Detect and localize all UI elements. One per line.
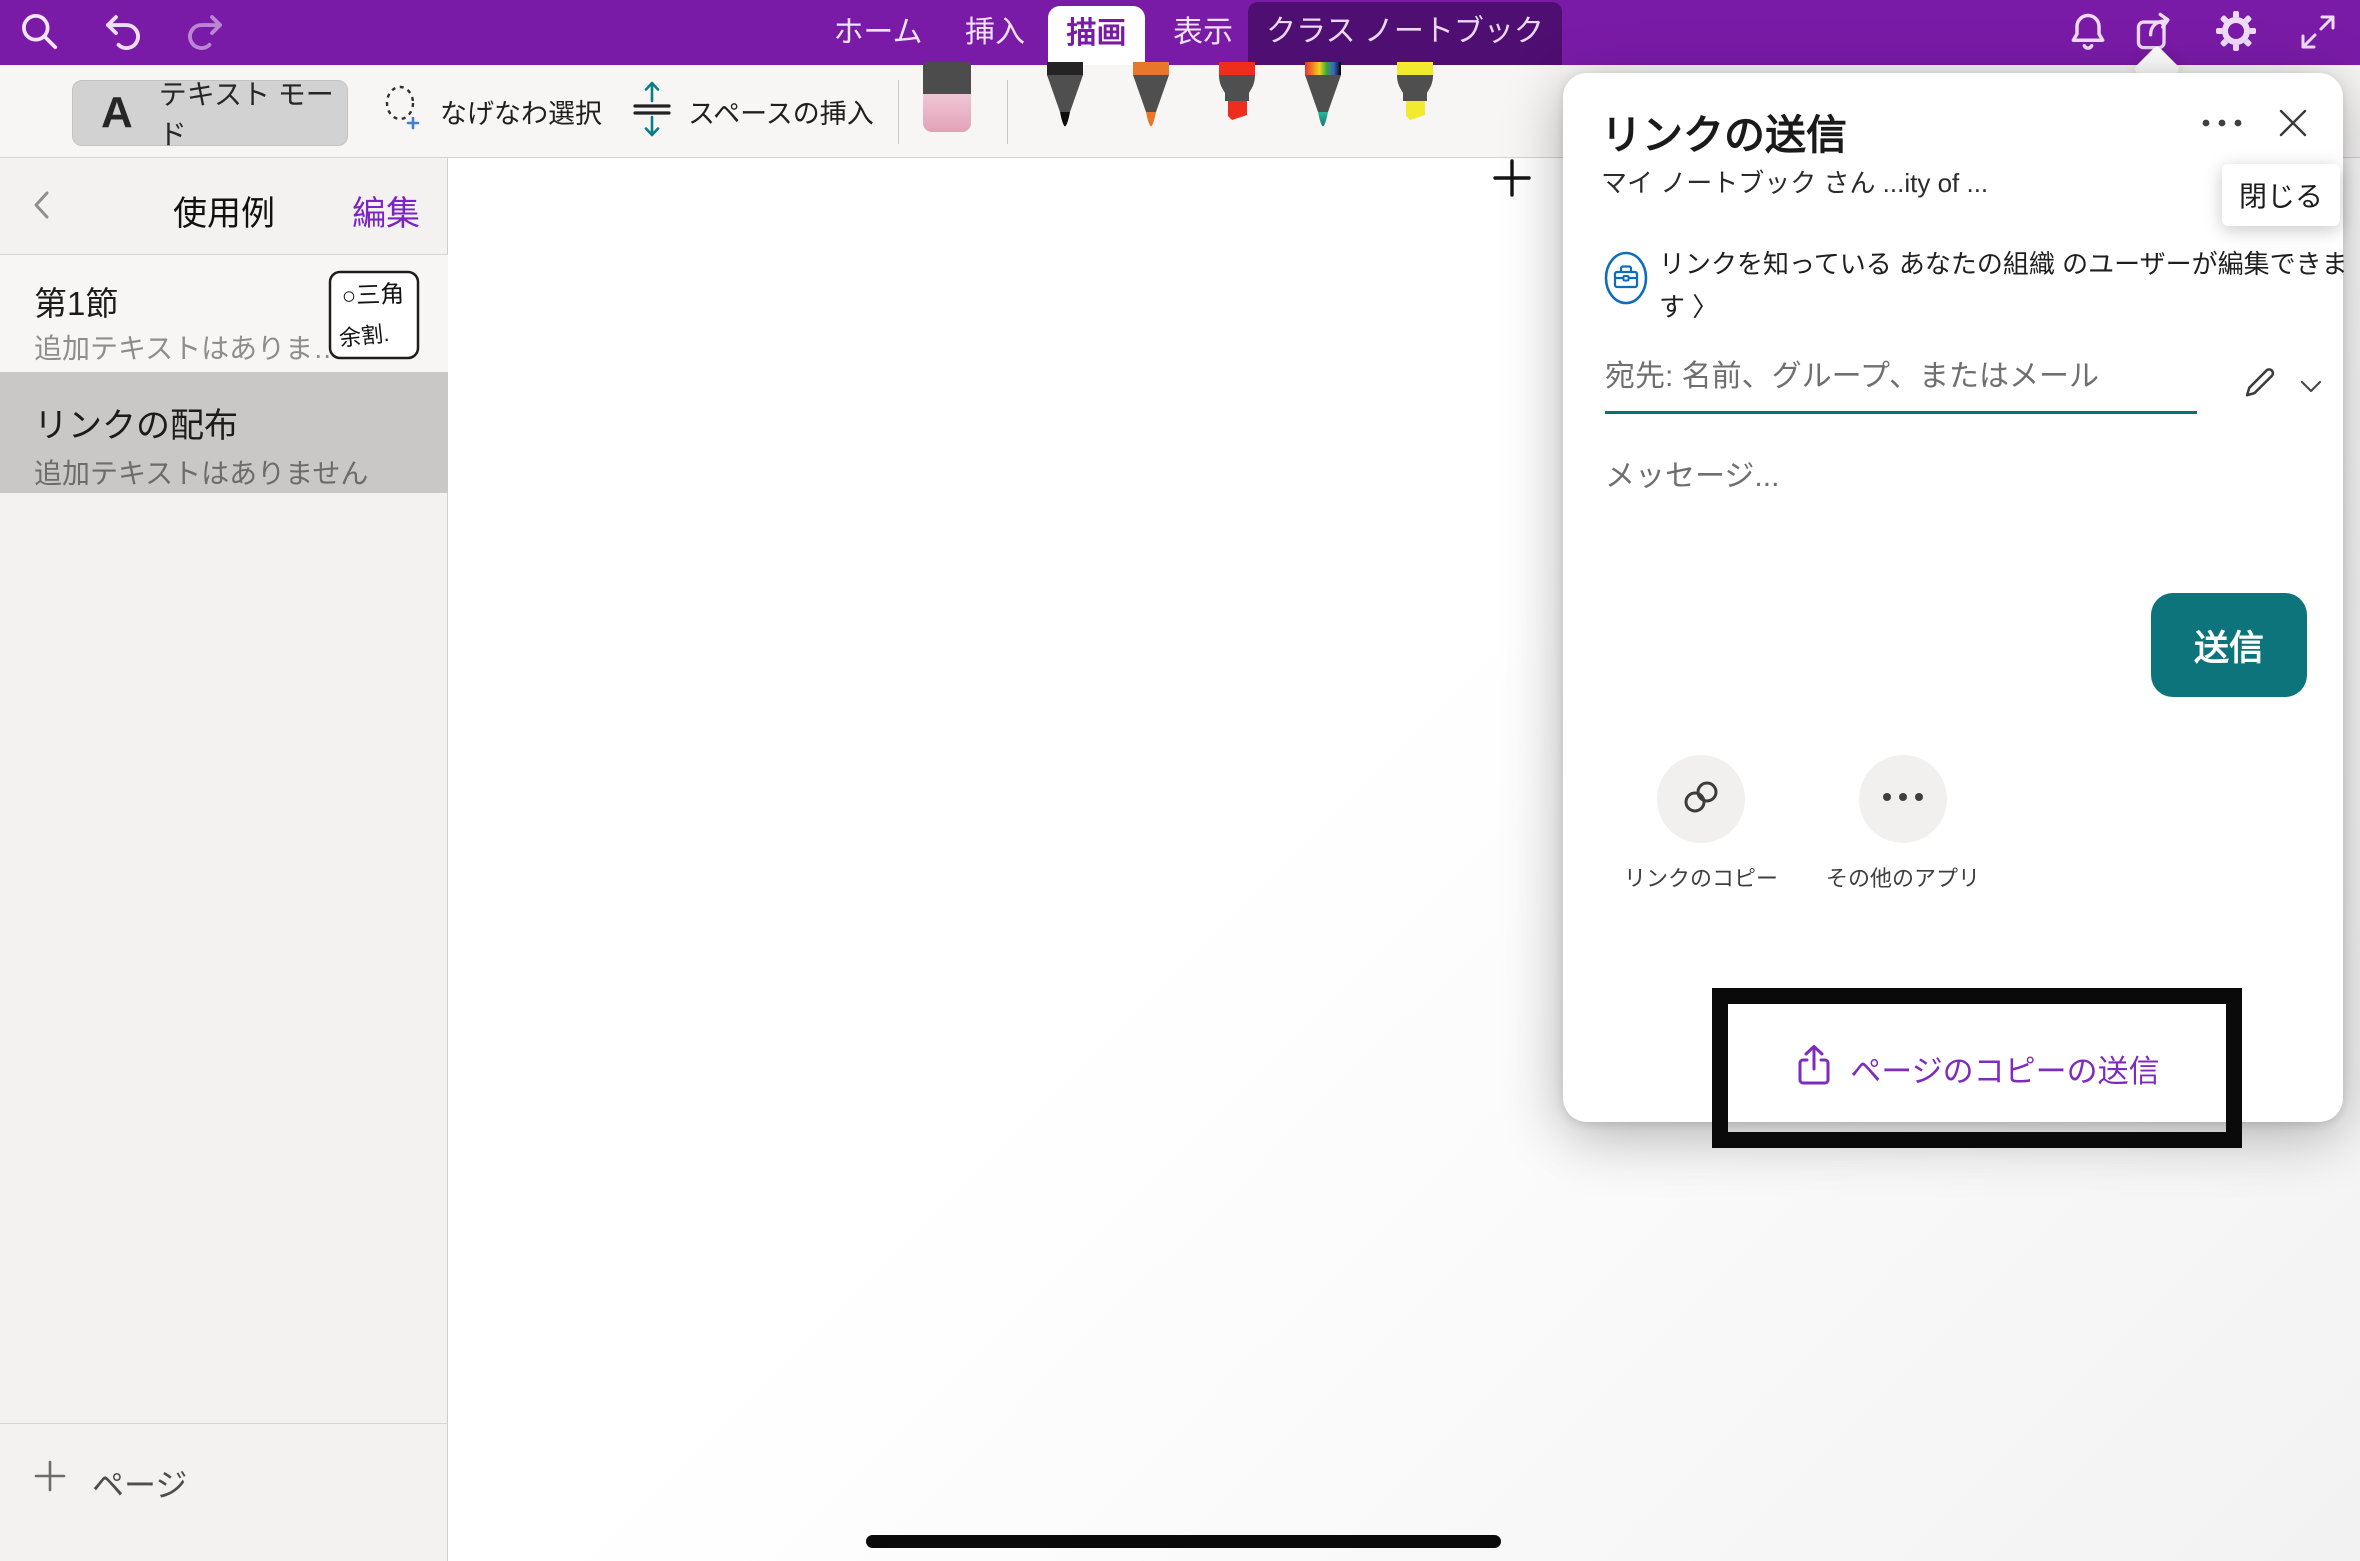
- search-icon[interactable]: [18, 10, 62, 54]
- more-apps-button[interactable]: [1859, 755, 1947, 843]
- toolbar-divider: [1007, 80, 1008, 144]
- svg-text:余割.: 余割.: [338, 321, 390, 351]
- highlighter-red[interactable]: [1214, 62, 1260, 134]
- insert-space-icon: [630, 79, 674, 144]
- lasso-icon: [380, 81, 426, 142]
- send-link-dialog: リンクの送信 マイ ノートブック さん ...ity of ... リンクを知っ…: [1563, 73, 2343, 1122]
- tab-insert[interactable]: 挿入: [952, 0, 1038, 65]
- lasso-select-button[interactable]: なげなわ選択: [380, 65, 602, 158]
- message-input[interactable]: [1605, 455, 2225, 499]
- top-app-bar: ホーム 挿入 描画 表示 クラス ノートブック: [0, 0, 2360, 65]
- ellipsis-icon: [1880, 790, 1926, 809]
- eraser-body: [923, 94, 971, 132]
- link-icon: [1679, 775, 1723, 824]
- edit-button[interactable]: 編集: [352, 186, 420, 235]
- share-upload-icon: [1794, 1043, 1834, 1094]
- tab-home[interactable]: ホーム: [828, 0, 928, 65]
- home-indicator[interactable]: [866, 1535, 1501, 1548]
- undo-icon[interactable]: [100, 10, 146, 56]
- pen-galaxy-rainbow[interactable]: [1300, 62, 1346, 134]
- sidebar-header: 使用例 編集: [0, 158, 448, 255]
- link-permission-text[interactable]: リンクを知っている あなたの組織 のユーザーが編集できます 〉: [1659, 243, 2349, 329]
- pen-black[interactable]: [1042, 62, 1088, 134]
- annotation-highlight-box: ページのコピーの送信: [1712, 988, 2242, 1148]
- more-options-icon[interactable]: [2199, 113, 2245, 138]
- svg-text:○三角: ○三角: [341, 281, 404, 310]
- text-mode-button[interactable]: A テキスト モード: [72, 80, 348, 146]
- tab-class-notebook[interactable]: クラス ノートブック: [1248, 2, 1562, 65]
- recipient-input[interactable]: [1605, 355, 2165, 399]
- highlighter-yellow[interactable]: [1392, 62, 1438, 134]
- eraser-tool[interactable]: [923, 62, 971, 132]
- close-tooltip: 閉じる: [2222, 164, 2340, 226]
- tab-view[interactable]: 表示: [1160, 0, 1246, 65]
- dialog-title: リンクの送信: [1601, 101, 1847, 161]
- send-page-copy-button[interactable]: ページのコピーの送信: [1794, 1043, 2159, 1094]
- organization-briefcase-icon[interactable]: [1603, 249, 1649, 312]
- edit-pencil-icon[interactable]: [2239, 361, 2281, 408]
- toolbar-divider: [898, 80, 899, 144]
- add-page-button[interactable]: ページ: [0, 1423, 448, 1561]
- insert-space-button[interactable]: スペースの挿入: [630, 65, 874, 158]
- more-apps-label: その他のアプリ: [1813, 861, 1993, 893]
- recipient-underline: [1605, 411, 2197, 414]
- page-list-item[interactable]: 第1節 追加テキストはありま… ○三角 余割.: [0, 255, 448, 372]
- page-list-sidebar: 使用例 編集 第1節 追加テキストはありま… ○三角 余割. リンクの配布 追加…: [0, 158, 448, 1561]
- tab-draw[interactable]: 描画: [1048, 6, 1145, 65]
- send-button[interactable]: 送信: [2151, 593, 2307, 697]
- pen-orange[interactable]: [1128, 62, 1174, 134]
- eraser-cap: [923, 62, 971, 94]
- settings-gear-icon[interactable]: [2214, 9, 2258, 53]
- plus-icon: [30, 1456, 70, 1501]
- add-pen-button[interactable]: [1489, 155, 1535, 206]
- notebook-subtitle: マイ ノートブック さん ...ity of ...: [1601, 163, 1988, 200]
- chevron-down-icon[interactable]: [2297, 373, 2325, 406]
- close-icon[interactable]: [2275, 105, 2311, 146]
- expand-fullscreen-icon[interactable]: [2296, 10, 2340, 54]
- notifications-bell-icon[interactable]: [2066, 10, 2110, 54]
- copy-link-button[interactable]: [1657, 755, 1745, 843]
- redo-icon[interactable]: [182, 10, 228, 56]
- page-list-item-selected[interactable]: リンクの配布 追加テキストはありません: [0, 372, 448, 493]
- text-mode-a-glyph: A: [101, 88, 133, 138]
- page-thumbnail: ○三角 余割.: [328, 270, 420, 365]
- copy-link-label: リンクのコピー: [1611, 861, 1791, 893]
